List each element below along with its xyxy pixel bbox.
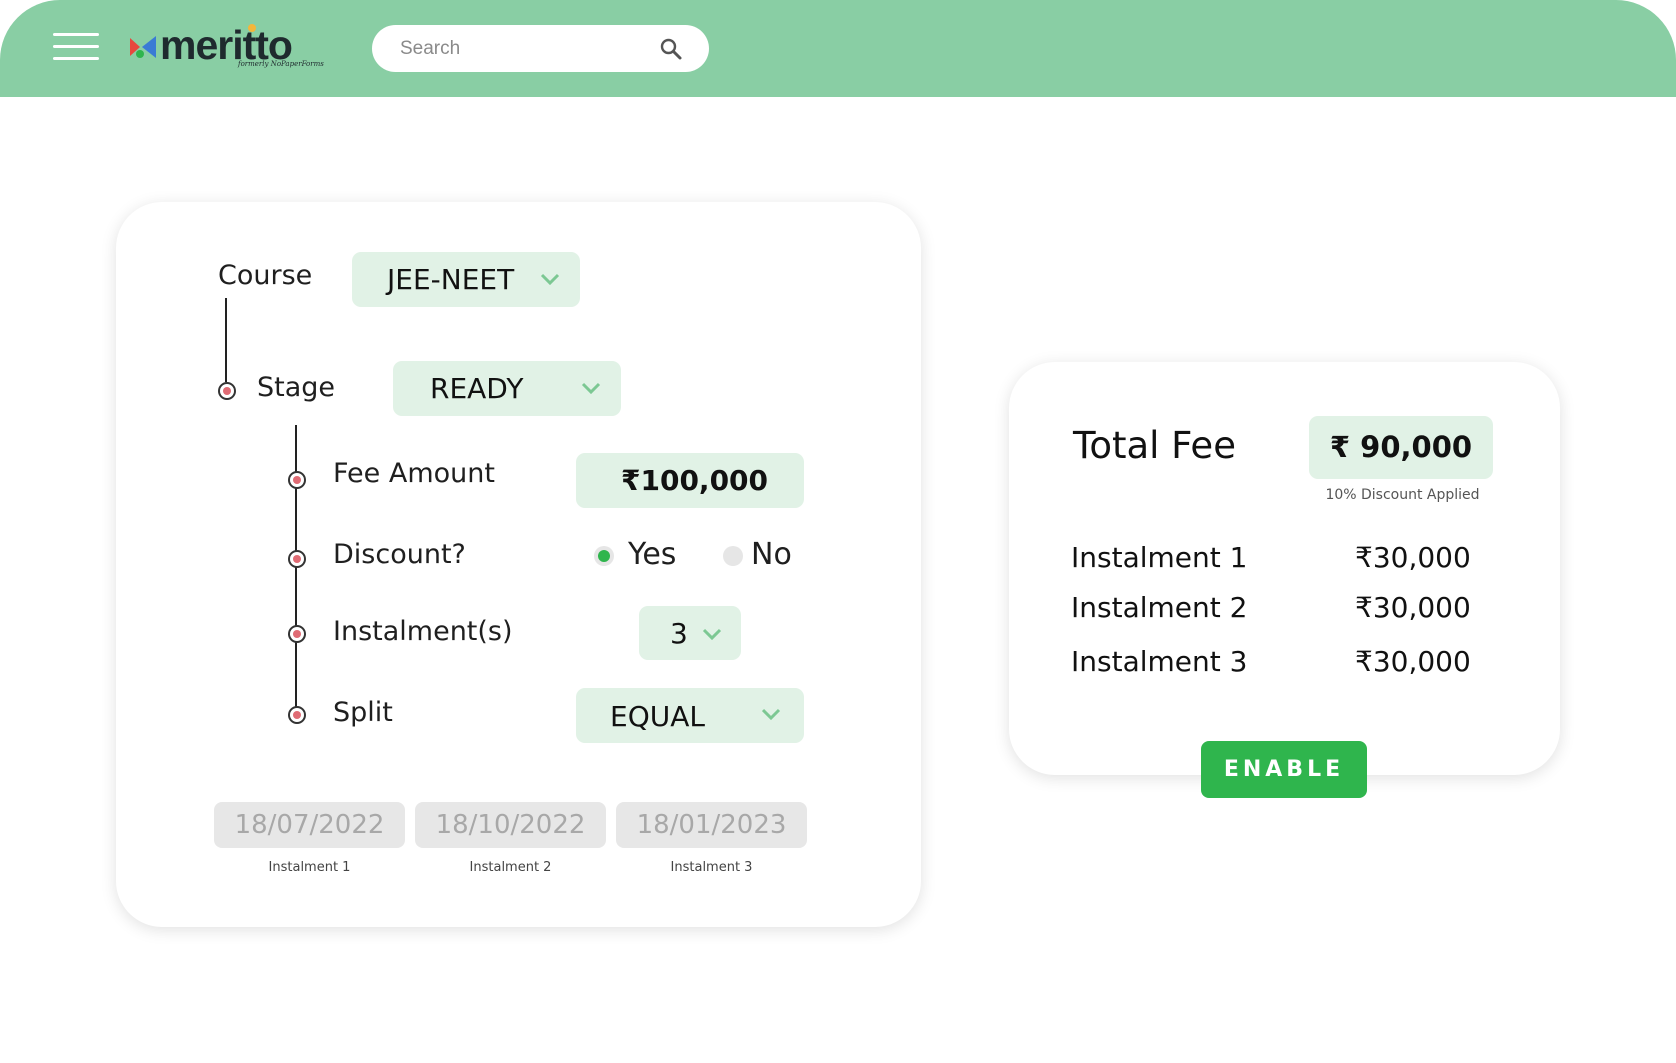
search-placeholder: Search bbox=[400, 38, 461, 59]
instalments-label: Instalment(s) bbox=[333, 616, 513, 647]
instalments-value: 3 bbox=[670, 617, 688, 650]
stage-node-icon bbox=[218, 382, 236, 400]
meritto-logo[interactable]: meritto formerly NoPaperForms bbox=[125, 20, 325, 72]
logo-accent-dot bbox=[248, 24, 256, 32]
course-value: JEE-NEET bbox=[387, 263, 515, 296]
search-icon[interactable] bbox=[659, 37, 683, 61]
fee-amount-label: Fee Amount bbox=[333, 458, 495, 489]
summary-instalment-2-amount: ₹30,000 bbox=[1355, 591, 1471, 624]
logo-subtext: formerly NoPaperForms bbox=[238, 60, 324, 68]
tree-connector-sub bbox=[295, 425, 297, 715]
tree-connector-main bbox=[225, 298, 227, 382]
summary-instalment-1-label: Instalment 1 bbox=[1071, 541, 1248, 574]
instalment-3-caption: Instalment 3 bbox=[670, 860, 753, 875]
instalments-node-icon bbox=[288, 625, 306, 643]
instalment-2-caption: Instalment 2 bbox=[469, 860, 552, 875]
logo-mark-icon bbox=[130, 36, 156, 58]
split-dropdown[interactable]: EQUAL bbox=[576, 688, 804, 743]
summary-instalment-2-label: Instalment 2 bbox=[1071, 591, 1248, 624]
instalment-2-date[interactable]: 18/10/2022 bbox=[415, 802, 606, 848]
discount-yes-label[interactable]: Yes bbox=[628, 537, 676, 572]
total-fee-value: ₹ 90,000 bbox=[1309, 416, 1493, 479]
split-label: Split bbox=[333, 697, 393, 728]
chevron-down-icon bbox=[761, 708, 781, 720]
top-navigation-bar: meritto formerly NoPaperForms Search bbox=[0, 0, 1676, 97]
fee-node-icon bbox=[288, 471, 306, 489]
instalment-1-date[interactable]: 18/07/2022 bbox=[214, 802, 405, 848]
total-fee-label: Total Fee bbox=[1073, 424, 1236, 467]
stage-label: Stage bbox=[257, 372, 336, 403]
search-input[interactable]: Search bbox=[372, 25, 709, 72]
discount-yes-radio[interactable] bbox=[594, 546, 614, 566]
summary-instalment-3-label: Instalment 3 bbox=[1071, 645, 1248, 678]
discount-node-icon bbox=[288, 550, 306, 568]
fee-amount-value: ₹100,000 bbox=[621, 464, 769, 497]
discount-applied-note: 10% Discount Applied bbox=[1325, 487, 1480, 503]
instalments-dropdown[interactable]: 3 bbox=[639, 606, 741, 660]
summary-instalment-1-amount: ₹30,000 bbox=[1355, 541, 1471, 574]
course-label: Course bbox=[218, 260, 313, 291]
summary-instalment-3-amount: ₹30,000 bbox=[1355, 645, 1471, 678]
instalment-1-caption: Instalment 1 bbox=[268, 860, 351, 875]
course-dropdown[interactable]: JEE-NEET bbox=[352, 252, 580, 307]
chevron-down-icon bbox=[540, 273, 560, 285]
stage-value: READY bbox=[430, 372, 524, 405]
discount-label: Discount? bbox=[333, 539, 466, 570]
split-node-icon bbox=[288, 706, 306, 724]
fee-amount-field[interactable]: ₹100,000 bbox=[576, 453, 804, 508]
discount-no-label[interactable]: No bbox=[751, 537, 792, 572]
hamburger-menu-icon[interactable] bbox=[53, 33, 99, 61]
stage-dropdown[interactable]: READY bbox=[393, 361, 621, 416]
split-value: EQUAL bbox=[610, 700, 705, 733]
instalment-3-date[interactable]: 18/01/2023 bbox=[616, 802, 807, 848]
enable-button[interactable]: ENABLE bbox=[1201, 741, 1367, 798]
chevron-down-icon bbox=[581, 382, 601, 394]
discount-no-radio[interactable] bbox=[723, 546, 743, 566]
chevron-down-icon bbox=[702, 628, 722, 640]
